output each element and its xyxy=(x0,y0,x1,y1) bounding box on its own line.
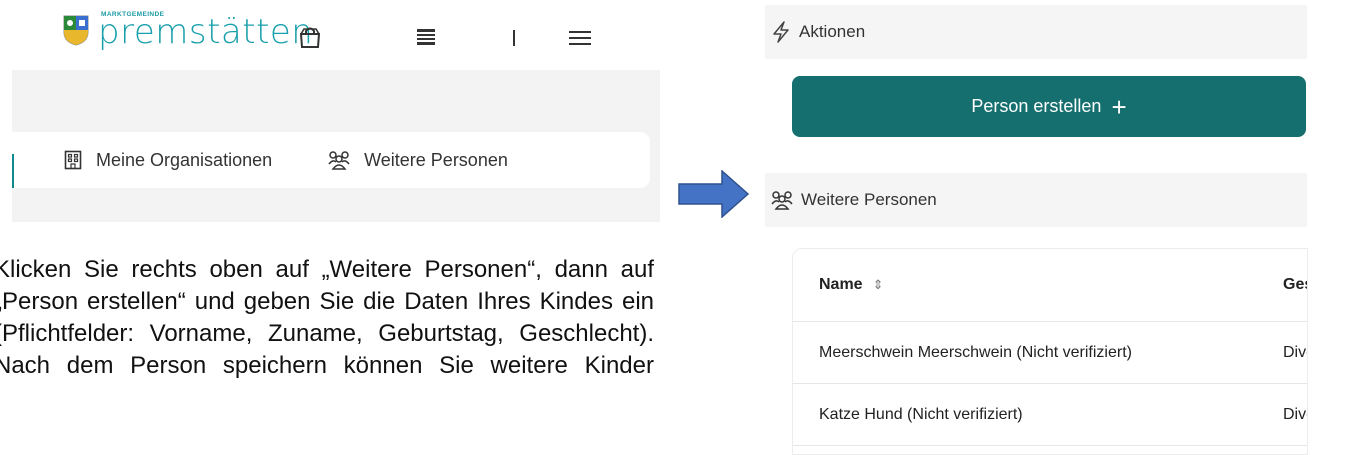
column-header-name[interactable]: Name ⇕ xyxy=(819,249,883,321)
pointer-arrow-icon xyxy=(678,170,750,218)
bag-icon[interactable] xyxy=(298,26,322,48)
people-icon xyxy=(771,191,793,210)
person-name-cell: Meerschwein Meerschwein (Nicht verifizie… xyxy=(819,343,1132,361)
tab-label: Weitere Personen xyxy=(364,149,508,170)
sort-icon[interactable]: ⇕ xyxy=(873,277,884,293)
lightning-icon xyxy=(773,21,789,43)
actions-title: Aktionen xyxy=(799,22,866,41)
table-row[interactable]: Meerschwein Meerschwein (Nicht verifizie… xyxy=(793,322,1307,384)
tab-panel: Meine Organisationen Weitere Personen xyxy=(12,70,660,222)
divider-icon xyxy=(513,30,515,46)
crest-icon xyxy=(63,15,89,46)
right-panel: Aktionen Person erstellen + Weitere Pers… xyxy=(765,0,1353,455)
persons-table: Name ⇕ Ges Meerschwein Meerschwein (Nich… xyxy=(792,248,1308,455)
tab-meine-organisationen[interactable]: Meine Organisationen xyxy=(64,150,272,171)
premstaetten-logo[interactable]: MARKTGEMEINDE premstätten xyxy=(62,8,313,52)
persons-header: Weitere Personen xyxy=(765,173,1307,227)
tab-label: Meine Organisationen xyxy=(96,149,273,170)
active-tab-indicator xyxy=(12,154,14,188)
instruction-text-block: Klicken Sie rechts oben auf „Weitere Per… xyxy=(0,254,654,453)
actions-header: Aktionen xyxy=(765,5,1307,59)
person-gender-cell: Dive xyxy=(1283,343,1307,361)
column-header-label: Name xyxy=(819,276,863,293)
persons-title: Weitere Personen xyxy=(801,190,937,209)
create-person-label: Person erstellen xyxy=(971,96,1102,116)
tab-bar: Meine Organisationen Weitere Personen xyxy=(12,132,650,188)
brand-subtitle: MARKTGEMEINDE xyxy=(101,11,165,18)
table-header-row: Name ⇕ Ges xyxy=(793,249,1307,322)
column-header-gender[interactable]: Ges xyxy=(1283,249,1307,321)
create-person-button[interactable]: Person erstellen + xyxy=(792,76,1306,137)
server-icon[interactable] xyxy=(415,28,437,46)
people-icon xyxy=(328,151,350,170)
instruction-text: Klicken Sie rechts oben auf „Weitere Per… xyxy=(0,256,654,379)
building-icon xyxy=(64,150,82,170)
person-gender-cell: Dive xyxy=(1283,405,1307,423)
person-name-cell: Katze Hund (Nicht verifiziert) xyxy=(819,405,1023,423)
plus-icon: + xyxy=(1111,91,1127,122)
table-row[interactable]: Katze Hund (Nicht verifiziert) Dive xyxy=(793,384,1307,446)
brand-name: premstätten xyxy=(98,12,314,52)
menu-icon[interactable] xyxy=(569,30,591,46)
app-header: MARKTGEMEINDE premstätten xyxy=(0,0,660,70)
tab-weitere-personen[interactable]: Weitere Personen xyxy=(328,150,508,171)
